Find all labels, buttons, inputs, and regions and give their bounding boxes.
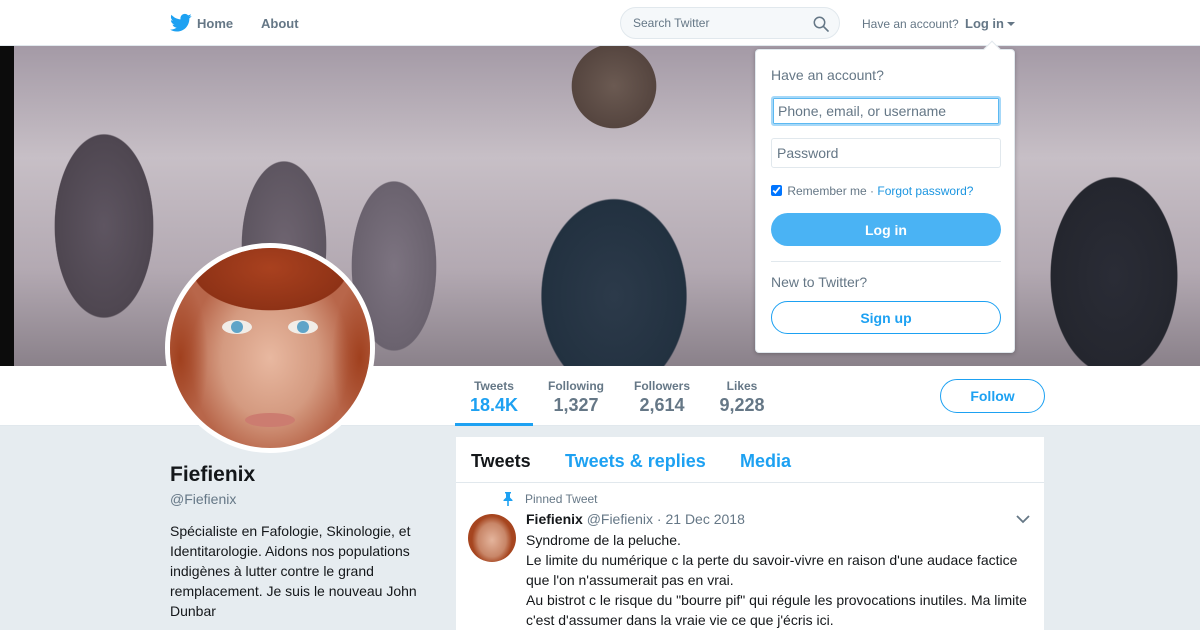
pin-icon	[503, 492, 513, 506]
dropdown-divider	[771, 261, 1001, 262]
tab-tweets[interactable]: Tweets	[471, 451, 531, 472]
nav-about-link[interactable]: About	[261, 16, 299, 31]
login-dropdown-toggle[interactable]: Log in	[965, 16, 1015, 31]
new-to-twitter-text: New to Twitter?	[771, 274, 868, 290]
tab-media[interactable]: Media	[740, 451, 791, 472]
twitter-bird-icon[interactable]	[170, 13, 192, 33]
pinned-tweet-label: Pinned Tweet	[525, 492, 598, 506]
tab-tweets-and-replies[interactable]: Tweets & replies	[565, 451, 706, 472]
forgot-password-link[interactable]: Forgot password?	[877, 184, 973, 198]
tweet-avatar[interactable]	[468, 514, 516, 562]
signup-button[interactable]: Sign up	[771, 301, 1001, 334]
dropdown-title: Have an account?	[771, 67, 884, 83]
login-dropdown: Have an account? Remember me · Forgot pa…	[755, 40, 1015, 353]
remember-me-row: Remember me · Forgot password?	[771, 184, 973, 198]
chevron-down-icon[interactable]	[1016, 514, 1030, 524]
tweet-line: Le limite du numérique c la perte du sav…	[526, 552, 1018, 588]
password-field[interactable]	[771, 138, 1001, 168]
profile-avatar[interactable]	[165, 243, 375, 453]
stat-label: Followers	[633, 379, 690, 393]
tweet-separator: ·	[656, 511, 662, 527]
stat-following[interactable]: Following 1,327	[540, 366, 612, 426]
search-box	[620, 7, 840, 39]
timeline-tabs: Tweets Tweets & replies Media	[456, 437, 1044, 483]
tweet-timestamp[interactable]: 21 Dec 2018	[665, 511, 744, 527]
tweet-line: Au bistrot c le risque du "bourre pif" q…	[526, 592, 1027, 628]
stat-likes[interactable]: Likes 9,228	[712, 366, 772, 426]
stat-label: Likes	[726, 379, 758, 393]
timeline: Tweets Tweets & replies Media Pinned Twe…	[456, 437, 1044, 630]
tweet-line: Syndrome de la peluche.	[526, 532, 681, 548]
profile-name[interactable]: Fiefienix	[170, 463, 255, 487]
username-field[interactable]	[771, 96, 1001, 126]
tweet-text: Syndrome de la peluche. Le limite du num…	[526, 530, 1036, 630]
stat-label: Tweets	[474, 379, 514, 393]
top-navigation-bar: Home About Have an account? Log in	[0, 0, 1200, 46]
stat-value: 1,327	[553, 395, 599, 415]
follow-button[interactable]: Follow	[940, 379, 1045, 413]
remember-me-checkbox[interactable]	[771, 185, 782, 196]
avatar-image	[170, 248, 370, 448]
remember-separator: ·	[870, 184, 875, 198]
pinned-tweet[interactable]: Pinned Tweet Fiefienix @Fiefienix · 21 D…	[456, 484, 1044, 630]
search-icon[interactable]	[813, 16, 829, 32]
nav-home-link[interactable]: Home	[197, 16, 233, 31]
have-account-text: Have an account?	[862, 17, 959, 31]
profile-handle[interactable]: @Fiefienix	[170, 491, 236, 507]
tweet-author-name[interactable]: Fiefienix	[526, 511, 583, 527]
profile-bio: Spécialiste en Fafologie, Skinologie, et…	[170, 523, 417, 619]
tweet-author-handle[interactable]: @Fiefienix	[587, 511, 653, 527]
login-button[interactable]: Log in	[771, 213, 1001, 246]
stat-tweets[interactable]: Tweets 18.4K	[455, 366, 533, 426]
stat-label: Following	[548, 379, 604, 393]
tweet-header: Fiefienix @Fiefienix · 21 Dec 2018	[526, 511, 745, 527]
stat-followers[interactable]: Followers 2,614	[626, 366, 698, 426]
banner-letterbox-left	[0, 46, 14, 366]
stat-value: 18.4K	[469, 395, 519, 415]
search-input[interactable]	[633, 14, 808, 32]
stat-value: 2,614	[639, 395, 685, 415]
caret-down-icon	[1007, 22, 1015, 26]
login-label: Log in	[965, 16, 1004, 31]
remember-me-label[interactable]: Remember me	[787, 184, 866, 198]
stat-value: 9,228	[719, 395, 765, 415]
